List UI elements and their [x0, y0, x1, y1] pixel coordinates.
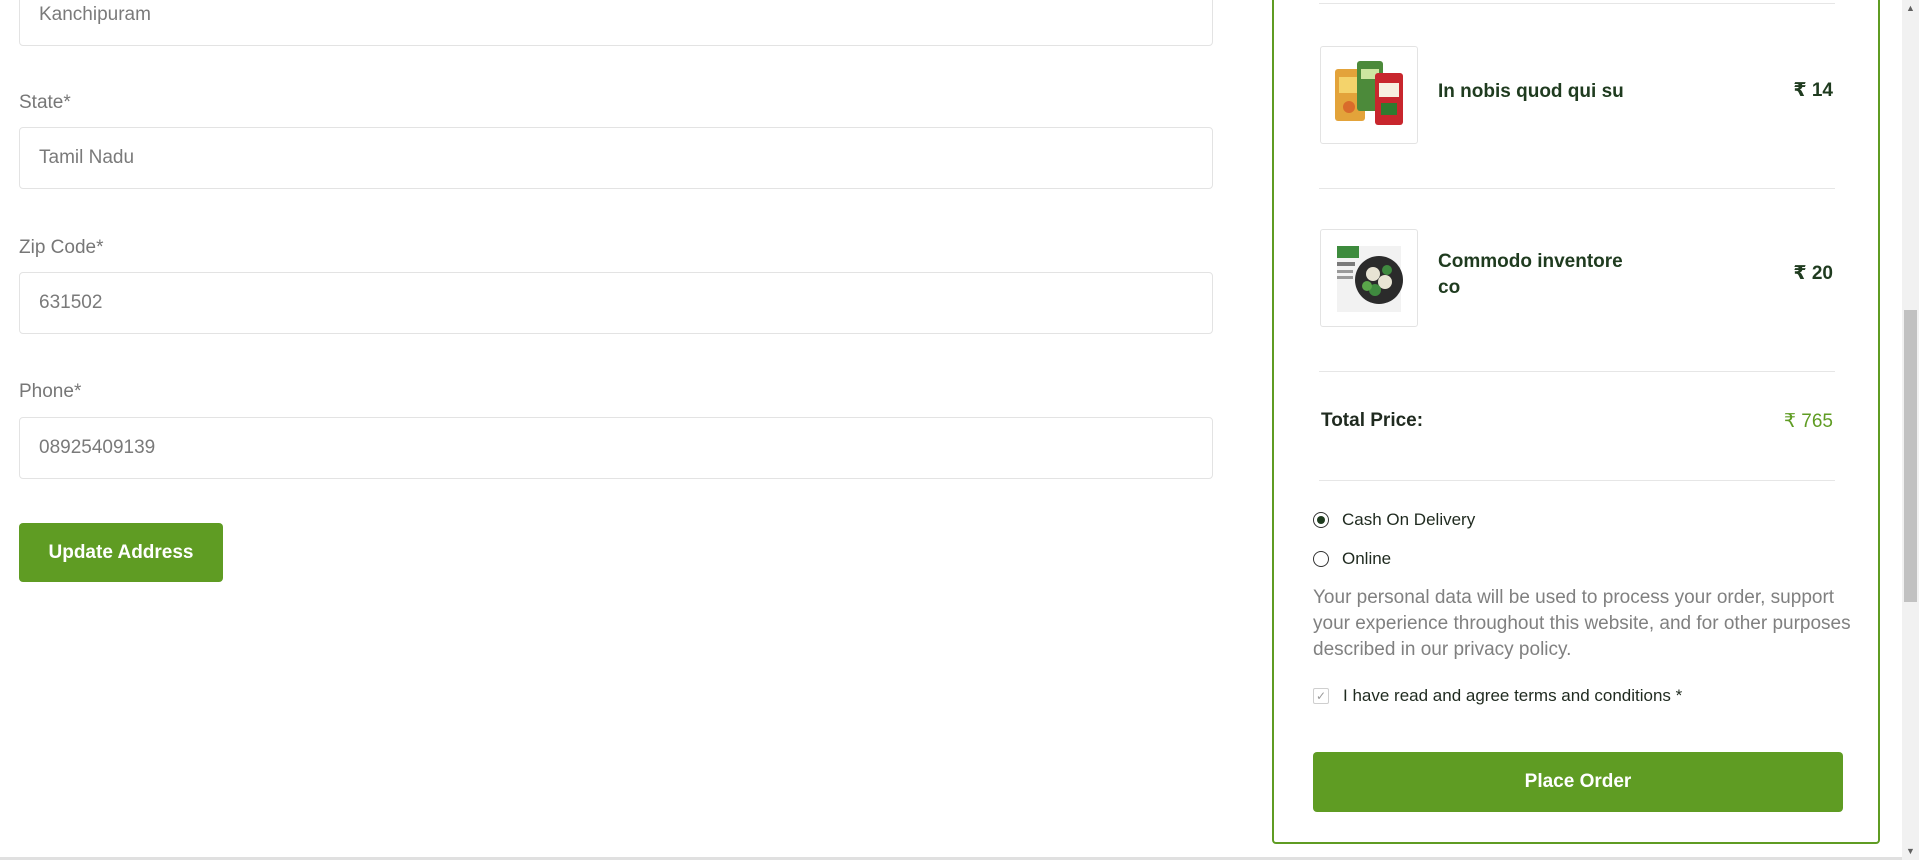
- order-summary-panel: In nobis quod qui su ₹ 14 Commodo invent…: [1272, 0, 1880, 844]
- phone-label: Phone*: [19, 381, 82, 402]
- place-order-button[interactable]: Place Order: [1313, 752, 1843, 812]
- total-price-value: ₹ 765: [1783, 411, 1833, 432]
- order-item-name: In nobis quod qui su: [1438, 81, 1624, 102]
- payment-option-label: Online: [1342, 549, 1392, 568]
- total-price-label: Total Price:: [1321, 410, 1424, 431]
- payment-option-cash-on-delivery[interactable]: Cash On Delivery: [1313, 510, 1475, 530]
- order-item-price: ₹ 14: [1793, 80, 1833, 101]
- checkmark-icon: ✓: [1315, 689, 1327, 703]
- scroll-down-arrow-icon[interactable]: ▼: [1902, 843, 1919, 860]
- scrollbar-thumb[interactable]: [1904, 310, 1917, 602]
- city-field[interactable]: [19, 0, 1213, 46]
- terms-label: I have read and agree terms and conditio…: [1343, 686, 1683, 705]
- terms-checkbox[interactable]: ✓: [1313, 688, 1329, 704]
- phone-field[interactable]: [19, 417, 1213, 479]
- zip-code-field[interactable]: [19, 272, 1213, 334]
- divider: [1319, 371, 1835, 372]
- vertical-scrollbar[interactable]: ▲ ▼: [1902, 0, 1919, 860]
- state-field[interactable]: [19, 127, 1213, 189]
- payment-option-online[interactable]: Online: [1313, 549, 1391, 569]
- divider: [1319, 480, 1835, 481]
- state-label: State*: [19, 92, 71, 113]
- divider: [1319, 188, 1835, 189]
- order-item-name: Commodo inventore co: [1438, 251, 1623, 298]
- radio-button-selected[interactable]: [1313, 512, 1329, 528]
- privacy-notice: Your personal data will be used to proce…: [1313, 587, 1851, 660]
- product-image: [1320, 46, 1418, 144]
- divider: [1319, 3, 1835, 4]
- product-image: [1320, 229, 1418, 327]
- order-item-price: ₹ 20: [1793, 263, 1833, 284]
- radio-button[interactable]: [1313, 551, 1329, 567]
- zip-code-label: Zip Code*: [19, 237, 104, 258]
- payment-option-label: Cash On Delivery: [1342, 510, 1476, 529]
- terms-agreement[interactable]: ✓ I have read and agree terms and condit…: [1313, 686, 1682, 706]
- product-image-vegetables: [1337, 246, 1403, 312]
- product-image-snacks: [1335, 61, 1403, 125]
- update-address-button[interactable]: Update Address: [19, 523, 223, 582]
- scroll-up-arrow-icon[interactable]: ▲: [1902, 0, 1919, 17]
